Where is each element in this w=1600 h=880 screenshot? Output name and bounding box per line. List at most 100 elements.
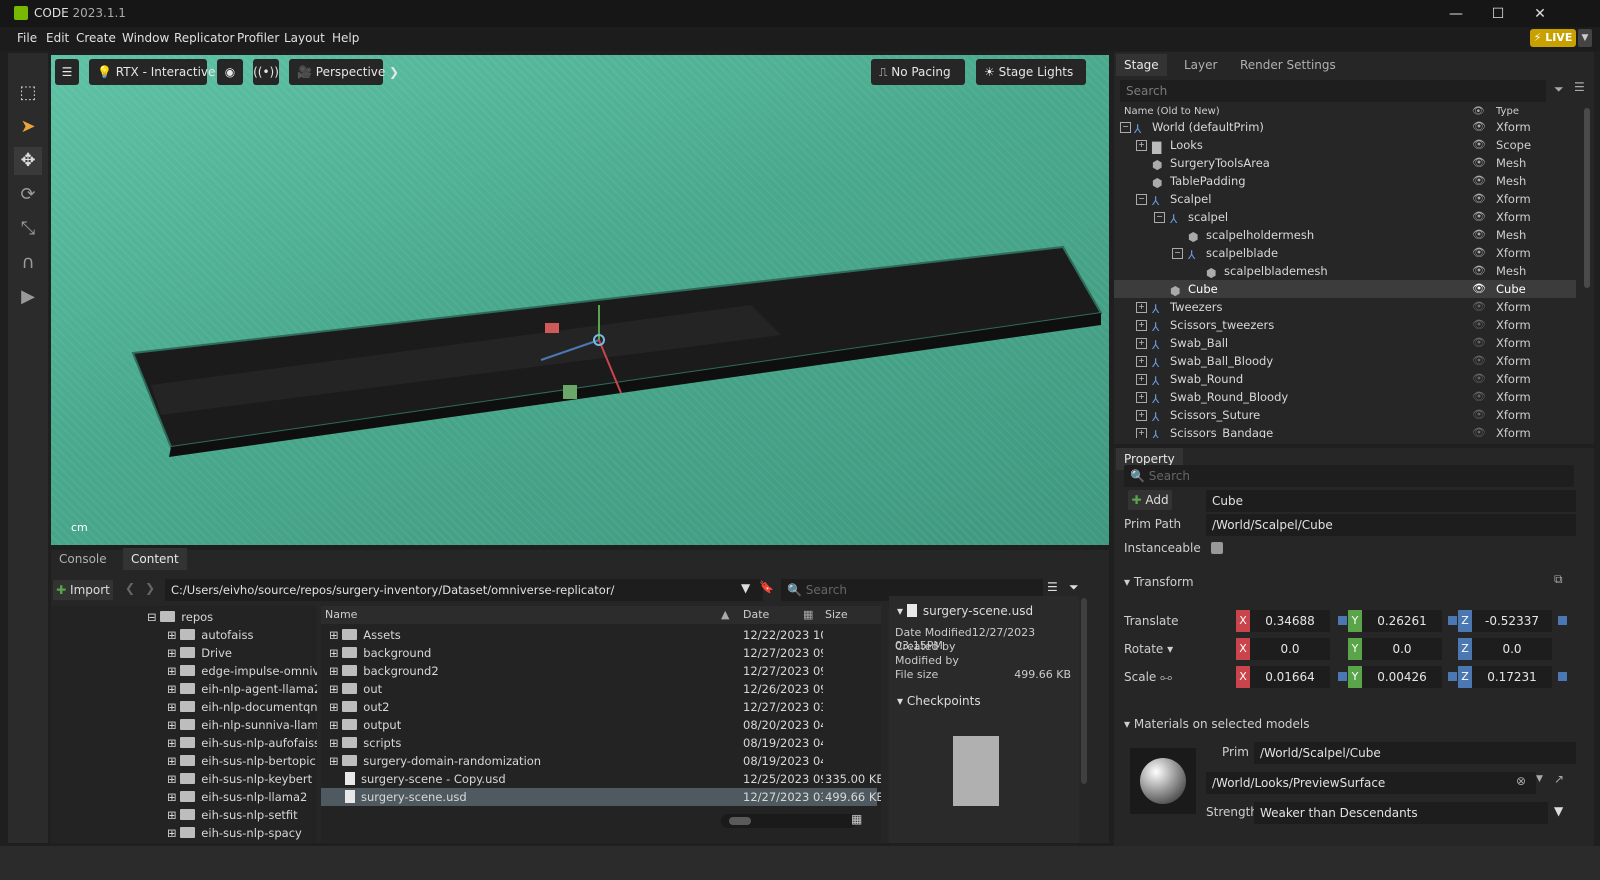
stage-row-scissors-tweezers[interactable]: + ⅄ Scissors_tweezers 👁 Xform <box>1114 316 1576 334</box>
menu-replicator[interactable]: Replicator <box>174 31 234 45</box>
rotate-x-field[interactable]: 0.0 <box>1250 638 1330 660</box>
file-row[interactable]: ⊞ out12/26/2023 09:5 <box>321 680 877 698</box>
rotate-tool-icon[interactable]: ⟳ <box>14 181 42 209</box>
tree-item[interactable]: ⊞ edge-impulse-omnive <box>167 662 317 680</box>
filter-icon[interactable]: ⏷ <box>1554 82 1564 97</box>
translate-x-field[interactable]: 0.34688 <box>1250 610 1330 632</box>
stage-row-scalpelblademesh[interactable]: ⬢ scalpelblademesh 👁 Mesh <box>1114 262 1576 280</box>
forward-icon[interactable]: ❯ <box>145 581 155 595</box>
col-date[interactable]: Date <box>743 606 769 624</box>
add-button[interactable]: ✚ Add <box>1128 490 1172 510</box>
stage-row-scalpelblade[interactable]: − ⅄ scalpelblade 👁 Xform <box>1114 244 1576 262</box>
translate-z-field[interactable]: -0.52337 <box>1472 610 1552 632</box>
gizmo-plane-xy[interactable] <box>545 323 559 333</box>
pacing-button[interactable]: ⎍ No Pacing <box>871 59 965 85</box>
prim-name-field[interactable]: Cube <box>1206 490 1576 512</box>
tab-render-settings[interactable]: Render Settings <box>1232 54 1344 76</box>
import-button[interactable]: ✚ Import <box>53 580 113 600</box>
stage-row-swab-round-bloody[interactable]: + ⅄ Swab_Round_Bloody 👁 Xform <box>1114 388 1576 406</box>
prim-path-field[interactable]: /World/Scalpel/Cube <box>1206 514 1576 536</box>
strength-select[interactable]: Weaker than Descendants <box>1254 802 1548 824</box>
tab-content[interactable]: Content <box>123 548 187 570</box>
instanceable-checkbox[interactable] <box>1211 542 1223 554</box>
gizmo-plane-xz[interactable] <box>563 385 577 399</box>
move-tool-icon[interactable]: ✥ <box>14 147 42 175</box>
scale-tool-icon[interactable]: ⤡ <box>14 215 42 243</box>
rotate-y-field[interactable]: 0.0 <box>1362 638 1442 660</box>
stage-row-scalpelholdermesh[interactable]: ⬢ scalpelholdermesh 👁 Mesh <box>1114 226 1576 244</box>
link-scale-icon[interactable]: ⧟ <box>1160 670 1172 684</box>
stage-row-surgerytoolsarea[interactable]: ⬢ SurgeryToolsArea 👁 Mesh <box>1114 154 1576 172</box>
file-row[interactable]: ⊞ surgery-domain-randomization 08/19/2023… <box>321 752 877 770</box>
transform-header[interactable]: ▾ Transform <box>1124 575 1194 589</box>
stage-row-tablepadding[interactable]: ⬢ TablePadding 👁 Mesh <box>1114 172 1576 190</box>
back-icon[interactable]: ❮ <box>125 581 135 595</box>
translate-y-key-icon[interactable] <box>1448 616 1457 625</box>
selection-mode-icon[interactable]: ⬚ <box>14 79 42 107</box>
stage-row-tweezers[interactable]: + ⅄ Tweezers 👁 Xform <box>1114 298 1576 316</box>
live-dropdown-icon[interactable]: ▼ <box>1578 29 1592 47</box>
tab-console[interactable]: Console <box>51 548 115 570</box>
file-row[interactable]: ⊞ background212/27/2023 09:5 <box>321 662 877 680</box>
stage-lights-button[interactable]: ☀ Stage Lights <box>976 59 1086 85</box>
hscroll-thumb[interactable] <box>729 817 751 825</box>
translate-z-key-icon[interactable] <box>1558 616 1567 625</box>
calendar-icon[interactable]: ▦ <box>803 606 813 624</box>
tree-item[interactable]: ⊞ eih-nlp-documentqna <box>167 698 317 716</box>
col-name[interactable]: Name <box>325 606 357 624</box>
stage-search-input[interactable]: Search <box>1120 80 1546 102</box>
menu-create[interactable]: Create <box>76 31 116 45</box>
viewport[interactable]: ☰ 💡 RTX - Interactive ◉ ((•)) 🎥 Perspect… <box>51 55 1109 545</box>
tree-item[interactable]: ⊞ eih-sus-nlp-spacy <box>167 824 302 842</box>
scale-y-field[interactable]: 0.00426 <box>1362 666 1442 688</box>
material-path-field[interactable]: /World/Looks/PreviewSurface <box>1206 772 1536 794</box>
checkpoints-header[interactable]: ▾ Checkpoints <box>897 694 981 708</box>
menu-file[interactable]: File <box>17 31 37 45</box>
select-tool-icon[interactable]: ➤ <box>14 113 42 141</box>
file-row[interactable]: ⊞ Assets12/22/2023 10:2 <box>321 626 877 644</box>
tree-item[interactable]: ⊞ eih-sus-nlp-bertopic <box>167 752 316 770</box>
path-field[interactable]: C:/Users/eivho/source/repos/surgery-inve… <box>165 579 763 601</box>
stage-row-swab-round[interactable]: + ⅄ Swab_Round 👁 Xform <box>1114 370 1576 388</box>
viewport-settings-icon[interactable]: ☰ <box>55 59 79 85</box>
detail-scrollbar[interactable] <box>1081 598 1087 784</box>
clear-material-icon[interactable]: ⊗ <box>1516 774 1526 788</box>
material-dropdown-icon[interactable]: ▼ <box>1536 774 1543 784</box>
grid-view-icon[interactable]: ▦ <box>851 812 862 826</box>
tab-layer[interactable]: Layer <box>1176 54 1225 76</box>
tree-item-repos[interactable]: ⊟ repos <box>147 608 213 626</box>
file-row[interactable]: ⊞ background12/27/2023 09:5 <box>321 644 877 662</box>
path-dropdown-icon[interactable]: ▼ <box>741 581 750 595</box>
scale-x-field[interactable]: 0.01664 <box>1250 666 1330 688</box>
stage-row-scissors-bandage[interactable]: + ⅄ Scissors_Bandage 👁 Xform <box>1114 424 1576 438</box>
stage-row-looks[interactable]: + ▇ Looks 👁 Scope <box>1114 136 1576 154</box>
translate-y-field[interactable]: 0.26261 <box>1362 610 1442 632</box>
play-icon[interactable]: ▶ <box>14 283 42 311</box>
menu-help[interactable]: Help <box>332 31 359 45</box>
list-view-icon[interactable]: ☰ <box>1047 580 1058 594</box>
stage-row-cube[interactable]: ⬢ Cube 👁 Cube <box>1114 280 1576 298</box>
stage-row-swab-ball[interactable]: + ⅄ Swab_Ball 👁 Xform <box>1114 334 1576 352</box>
col-size[interactable]: Size <box>825 606 848 624</box>
menu-layout[interactable]: Layout <box>284 31 325 45</box>
stage-row-world[interactable]: − ⅄ World (defaultPrim) 👁 Xform <box>1114 118 1576 136</box>
file-row[interactable]: ⊞ out212/27/2023 03:1 <box>321 698 877 716</box>
tree-item[interactable]: ⊞ Drive <box>167 644 232 662</box>
stage-row-scissors-suture[interactable]: + ⅄ Scissors_Suture 👁 Xform <box>1114 406 1576 424</box>
menu-edit[interactable]: Edit <box>46 31 69 45</box>
sensor-icon[interactable]: ((•)) <box>253 59 279 85</box>
live-button[interactable]: ⚡ LIVE <box>1530 29 1576 47</box>
stage-menu-icon[interactable]: ☰ <box>1574 80 1585 94</box>
rotate-z-field[interactable]: 0.0 <box>1472 638 1552 660</box>
scale-x-key-icon[interactable] <box>1338 672 1347 681</box>
tree-item[interactable]: ⊞ eih-nlp-agent-llama2 <box>167 680 317 698</box>
renderer-button[interactable]: 💡 RTX - Interactive <box>89 59 215 85</box>
snap-tool-icon[interactable]: ∩ <box>14 249 42 277</box>
tree-item[interactable]: ⊞ eih-nlp-sunniva-llama <box>167 716 317 734</box>
scale-y-key-icon[interactable] <box>1448 672 1457 681</box>
camera-button[interactable]: 🎥 Perspective <box>289 59 385 85</box>
tree-item[interactable]: ⊞ eih-sus-nlp-keybert <box>167 770 312 788</box>
stage-row-swab-ball-bloody[interactable]: + ⅄ Swab_Ball_Bloody 👁 Xform <box>1114 352 1576 370</box>
sort-icon[interactable]: ▲ <box>721 606 729 624</box>
transform-options-icon[interactable]: ⧉ <box>1554 572 1572 590</box>
